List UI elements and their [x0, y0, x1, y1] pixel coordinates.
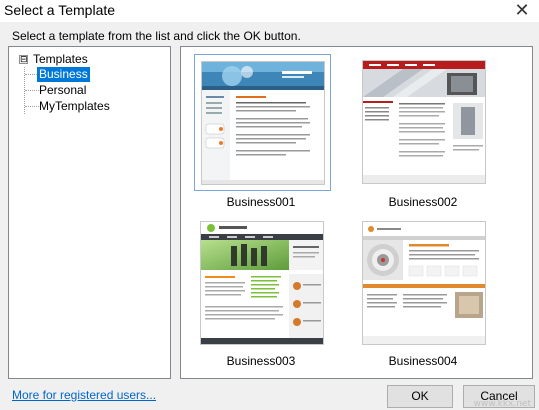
template-thumbnail-business001[interactable] [194, 54, 331, 191]
template-thumbnail-business004[interactable] [356, 215, 493, 352]
collapse-icon[interactable]: ⊟ [19, 55, 28, 64]
ok-button[interactable]: OK [387, 385, 453, 408]
select-template-dialog: Select a Template ✕ Select a template fr… [0, 0, 539, 410]
tree-item-label: Templates [33, 52, 88, 66]
title-bar: Select a Template ✕ [0, 0, 539, 22]
tree-item-personal[interactable]: Personal [37, 83, 88, 98]
template-preview-image [362, 60, 486, 184]
template-category-tree[interactable]: ⊟ Templates Business Personal MyTemplate… [8, 46, 171, 379]
watermark-text: www.kkx.net [473, 399, 532, 409]
close-icon[interactable]: ✕ [511, 1, 533, 19]
template-name: Business004 [388, 354, 458, 368]
template-thumbnail-business003[interactable] [194, 215, 331, 352]
template-preview-image [200, 221, 324, 345]
template-preview-list[interactable]: Business001 Business002 Business003 Busi… [180, 46, 533, 379]
more-for-registered-users-link[interactable]: More for registered users... [12, 388, 156, 402]
instruction-text: Select a template from the list and clic… [12, 29, 301, 43]
template-preview-image [201, 61, 325, 185]
window-title: Select a Template [4, 2, 116, 18]
template-name: Business002 [388, 195, 458, 209]
tree-item-business[interactable]: Business [37, 67, 90, 82]
tree-item-mytemplates[interactable]: MyTemplates [37, 99, 112, 114]
template-thumbnail-business002[interactable] [356, 54, 493, 191]
tree-item-label: Personal [39, 83, 87, 97]
tree-item-label: MyTemplates [39, 99, 110, 113]
template-name: Business003 [226, 354, 296, 368]
template-preview-image [362, 221, 486, 345]
tree-item-label: Business [37, 67, 90, 82]
template-name: Business001 [226, 195, 296, 209]
